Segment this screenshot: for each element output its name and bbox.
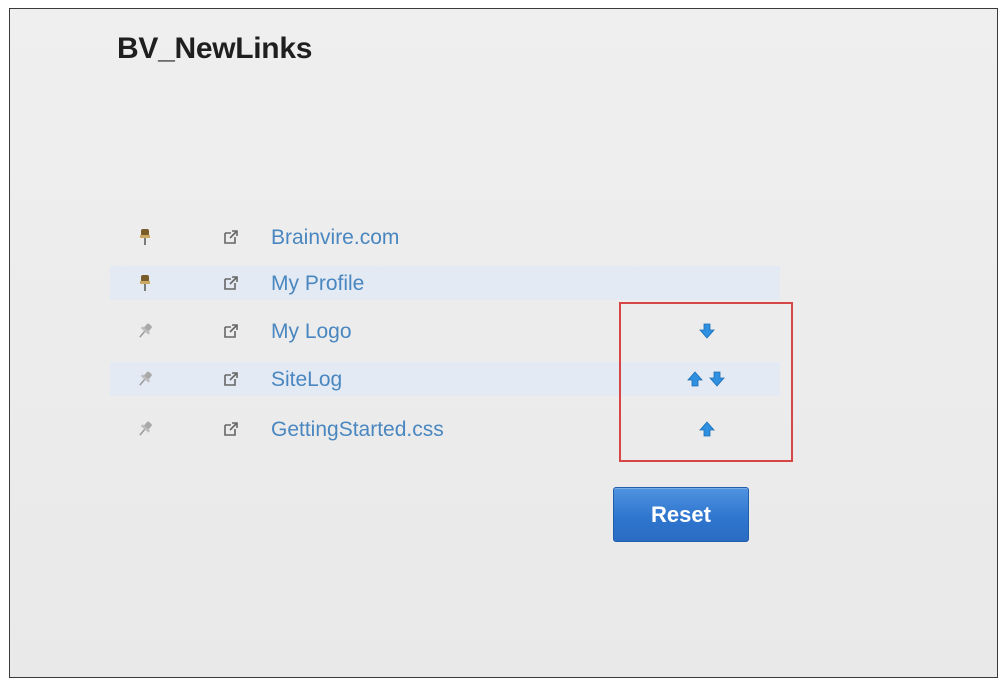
link-my-profile[interactable]: My Profile	[271, 272, 364, 296]
unpin-icon[interactable]	[135, 419, 155, 439]
page-title: BV_NewLinks	[117, 32, 313, 65]
list-item: Brainvire.com	[110, 220, 780, 254]
pin-icon[interactable]	[135, 227, 155, 247]
external-link-icon[interactable]	[223, 275, 239, 291]
link-brainvire[interactable]: Brainvire.com	[271, 226, 399, 250]
link-getting-started[interactable]: GettingStarted.css	[271, 418, 444, 442]
pin-icon[interactable]	[135, 273, 155, 293]
external-link-icon[interactable]	[223, 229, 239, 245]
external-link-icon[interactable]	[223, 323, 239, 339]
unpin-icon[interactable]	[135, 369, 155, 389]
unpin-icon[interactable]	[135, 321, 155, 341]
external-link-icon[interactable]	[223, 421, 239, 437]
external-link-icon[interactable]	[223, 371, 239, 387]
link-my-logo[interactable]: My Logo	[271, 320, 352, 344]
link-sitelog[interactable]: SiteLog	[271, 368, 342, 392]
list-item: My Profile	[110, 266, 780, 300]
reorder-highlight-box	[619, 302, 793, 462]
reset-button[interactable]: Reset	[613, 487, 749, 542]
